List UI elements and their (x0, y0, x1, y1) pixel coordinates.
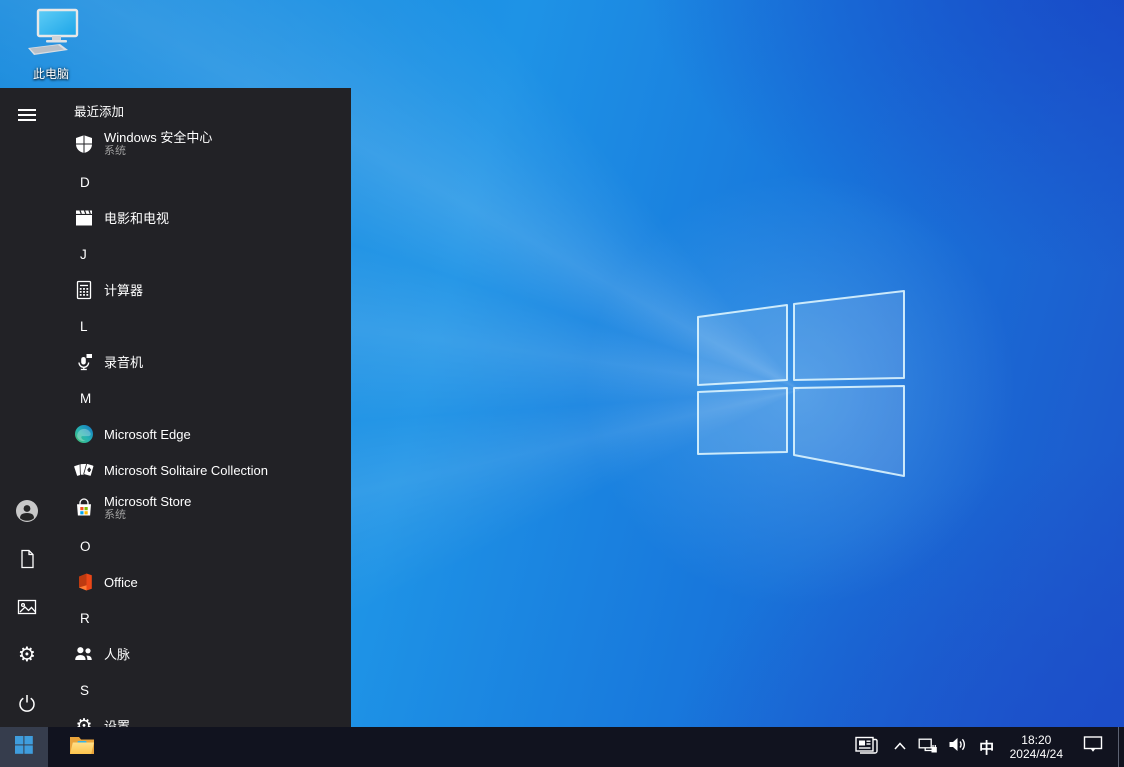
start-app-item[interactable]: Windows 安全中心系统 (72, 124, 351, 164)
chevron-up-icon (893, 738, 907, 756)
solitaire-icon (72, 458, 96, 482)
section-letter-label: D (80, 175, 90, 190)
start-app-item[interactable]: ⚙ 设置 (72, 708, 351, 727)
app-label: Windows 安全中心 (104, 130, 212, 145)
documents-icon[interactable] (3, 535, 51, 583)
start-section-letter[interactable]: R (72, 600, 351, 636)
news-icon (855, 736, 878, 759)
app-label: 设置 (104, 719, 130, 728)
voice-recorder-icon (72, 350, 96, 374)
app-sublabel: 系统 (104, 145, 212, 158)
windows-start-icon (15, 736, 33, 759)
start-section-letter[interactable]: O (72, 528, 351, 564)
network-button[interactable] (913, 727, 943, 767)
ime-label: 中 (979, 737, 994, 758)
app-label: 计算器 (104, 283, 143, 298)
calculator-icon (72, 278, 96, 302)
people-icon (72, 642, 96, 666)
system-tray: 中 18:20 2024/4/24 (847, 727, 1124, 767)
file-explorer-icon (69, 734, 95, 761)
start-section-letter[interactable]: D (72, 164, 351, 200)
desktop-icon-this-pc[interactable]: 此电脑 (12, 8, 90, 82)
clock-time: 18:20 (1010, 733, 1063, 747)
windows-security-icon (72, 132, 96, 156)
section-letter-label: R (80, 611, 90, 626)
start-app-item[interactable]: Microsoft Solitaire Collection (72, 452, 351, 488)
start-app-item[interactable]: Microsoft Edge (72, 416, 351, 452)
settings-icon: ⚙ (72, 714, 96, 727)
screen: 此电脑 ⚙ 最近添加 Windows 安全中心系统 D 电影和电视 J 计算器 L 录音机 M… (0, 0, 1124, 767)
movies-tv-icon (72, 206, 96, 230)
ime-indicator[interactable]: 中 (973, 727, 1001, 767)
app-label: Office (104, 575, 138, 590)
app-label: Microsoft Edge (104, 427, 191, 442)
start-app-item[interactable]: 人脉 (72, 636, 351, 672)
network-wired-icon (918, 736, 938, 759)
app-label: 录音机 (104, 355, 143, 370)
store-icon (72, 496, 96, 520)
wallpaper-windows-logo-icon (690, 285, 910, 485)
taskbar: 中 18:20 2024/4/24 (0, 727, 1124, 767)
section-letter-label: O (80, 539, 91, 554)
edge-icon (72, 422, 96, 446)
start-section-letter[interactable]: J (72, 236, 351, 272)
desktop-icon-label: 此电脑 (12, 65, 90, 82)
start-app-item[interactable]: Microsoft Store系统 (72, 488, 351, 528)
start-app-item[interactable]: Office (72, 564, 351, 600)
start-section-letter[interactable]: S (72, 672, 351, 708)
file-explorer-button[interactable] (58, 727, 106, 767)
start-app-list: 最近添加 Windows 安全中心系统 D 电影和电视 J 计算器 L 录音机 M Micros… (54, 88, 351, 727)
section-letter-label: M (80, 391, 91, 406)
app-sublabel: 系统 (104, 509, 191, 522)
power-icon[interactable] (3, 679, 51, 727)
recently-added-header: 最近添加 (72, 96, 351, 124)
show-desktop-button[interactable] (1119, 727, 1124, 767)
app-label: Microsoft Store (104, 494, 191, 509)
taskbar-clock[interactable]: 18:20 2024/4/24 (1001, 733, 1072, 761)
tray-overflow-button[interactable] (887, 727, 913, 767)
settings-gear-icon[interactable]: ⚙ (3, 631, 51, 679)
office-icon (72, 570, 96, 594)
start-app-item[interactable]: 电影和电视 (72, 200, 351, 236)
clock-date: 2024/4/24 (1010, 747, 1063, 761)
volume-button[interactable] (943, 727, 973, 767)
hamburger-menu-icon[interactable] (3, 91, 51, 139)
pictures-icon[interactable] (3, 583, 51, 631)
start-section-letter[interactable]: L (72, 308, 351, 344)
computer-icon (22, 45, 80, 62)
app-label: Microsoft Solitaire Collection (104, 463, 268, 478)
news-and-interests-button[interactable] (847, 727, 887, 767)
start-menu: ⚙ 最近添加 Windows 安全中心系统 D 电影和电视 J 计算器 L 录音机 M Micr… (0, 88, 351, 727)
section-letter-label: S (80, 683, 89, 698)
action-center-button[interactable] (1072, 727, 1114, 767)
app-label: 电影和电视 (104, 211, 169, 226)
start-app-item[interactable]: 录音机 (72, 344, 351, 380)
start-button[interactable] (0, 727, 48, 767)
action-center-icon (1083, 735, 1103, 759)
start-app-item[interactable]: 计算器 (72, 272, 351, 308)
section-letter-label: L (80, 319, 88, 334)
section-letter-label: J (80, 247, 87, 262)
app-label: 人脉 (104, 647, 130, 662)
start-menu-rail: ⚙ (0, 88, 54, 727)
start-section-letter[interactable]: M (72, 380, 351, 416)
volume-icon (948, 736, 968, 758)
user-account-icon[interactable] (3, 487, 51, 535)
